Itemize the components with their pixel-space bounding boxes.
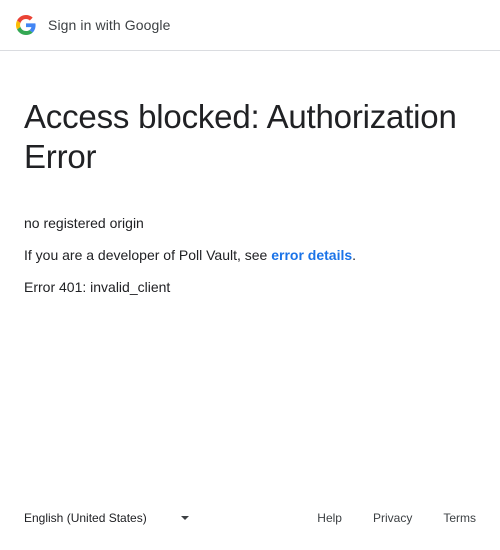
main-content: Access blocked: Authorization Error no r…: [0, 97, 500, 297]
footer-links: Help Privacy Terms: [317, 511, 476, 525]
page-title: Access blocked: Authorization Error: [24, 98, 457, 175]
language-selector[interactable]: English (United States): [24, 511, 189, 525]
header-title: Sign in with Google: [48, 17, 171, 33]
error-code: Error 401: invalid_client: [24, 279, 171, 295]
developer-message-suffix: .: [352, 247, 357, 263]
help-link[interactable]: Help: [317, 511, 342, 525]
footer: English (United States) Help Privacy Ter…: [24, 508, 476, 528]
error-reason: no registered origin: [24, 215, 144, 231]
error-details-link[interactable]: error details: [271, 247, 352, 263]
developer-message-prefix: If you are a developer of Poll Vault, se…: [24, 247, 272, 263]
caret-down-icon: [180, 516, 189, 520]
developer-message: If you are a developer of Poll Vault, se…: [24, 245, 476, 265]
header-bar: Sign in with Google: [0, 0, 500, 51]
language-label: English (United States): [24, 511, 147, 525]
google-g-logo-icon: [16, 15, 36, 35]
terms-link[interactable]: Terms: [443, 511, 476, 525]
privacy-link[interactable]: Privacy: [373, 511, 412, 525]
page: Sign in with Google Access blocked: Auth…: [0, 0, 500, 550]
